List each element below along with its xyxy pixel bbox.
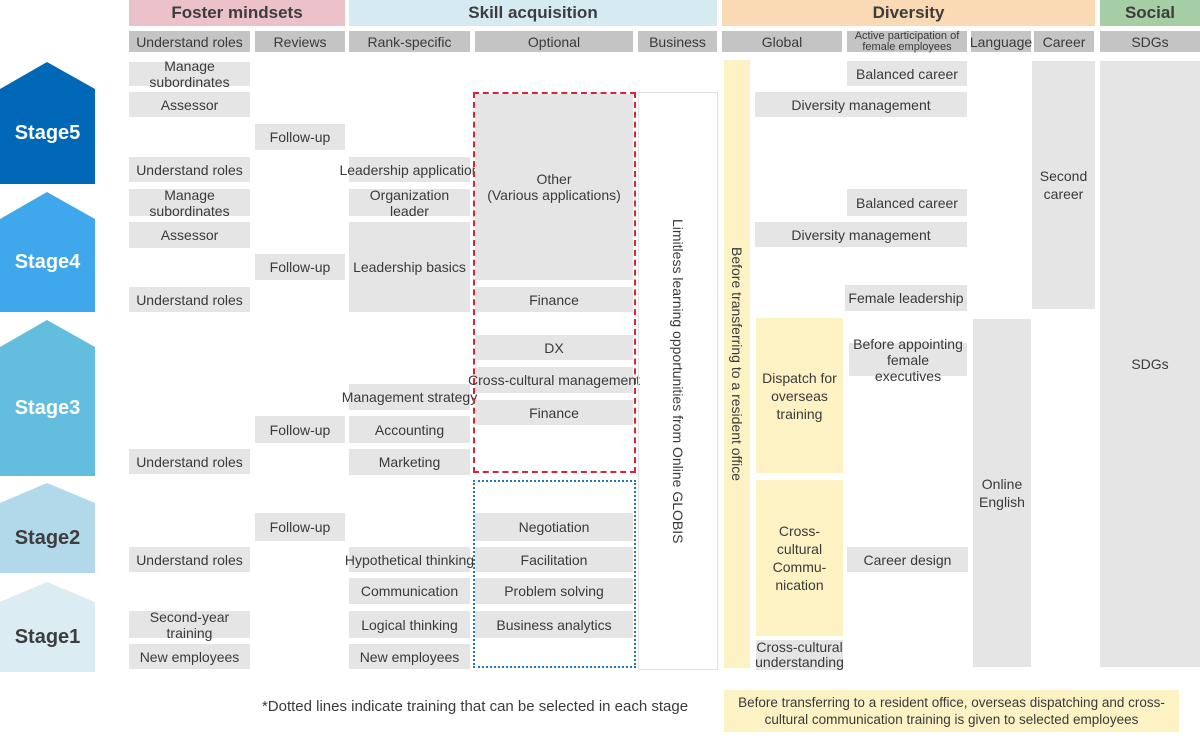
subheader-global: Global	[722, 31, 842, 52]
training-female-leadership: Female leadership	[845, 285, 967, 311]
global-cross-cultural-understanding: Cross-cultural understanding	[755, 639, 844, 670]
training-accounting: Accounting	[349, 416, 470, 443]
training-diversity-management: Diversity management	[755, 92, 967, 117]
stage-2-arrow: Stage2	[0, 483, 95, 573]
stage-4-label: Stage4	[14, 250, 81, 273]
subheader-business: Business	[638, 31, 717, 52]
review-follow-up: Follow-up	[255, 124, 345, 150]
review-follow-up: Follow-up	[255, 416, 345, 443]
training-facilitation: Facilitation	[475, 547, 633, 572]
training-problem-solving: Problem solving	[475, 578, 633, 604]
review-follow-up: Follow-up	[255, 254, 345, 280]
training-new-employees: New employees	[349, 644, 470, 669]
training-dx: DX	[475, 335, 633, 360]
training-finance: Finance	[475, 287, 633, 312]
global-dispatch-overseas-training: Dispatch for overseas training	[756, 318, 843, 473]
training-manage-subordinates: Manage subordinates	[129, 187, 250, 219]
category-diversity: Diversity	[722, 0, 1095, 26]
training-career-design: Career design	[847, 547, 968, 572]
training-organization-leader: Organization leader	[349, 187, 470, 219]
training-marketing: Marketing	[349, 449, 470, 475]
training-understand-roles: Understand roles	[129, 547, 250, 572]
training-communication: Communication	[349, 578, 470, 604]
training-balanced-career: Balanced career	[847, 189, 967, 216]
training-manage-subordinates: Manage subordinates	[129, 58, 250, 90]
category-social: Social	[1100, 0, 1200, 26]
subheader-rank-specific: Rank-specific	[349, 31, 470, 52]
subheader-female-participation: Active participation of female employees	[847, 30, 967, 52]
training-sdgs: SDGs	[1100, 61, 1200, 667]
stage-5-label: Stage5	[14, 121, 81, 144]
training-leadership-basics: Leadership basics	[349, 222, 470, 312]
note-dotted-lines: *Dotted lines indicate training that can…	[261, 697, 689, 715]
training-cross-cultural-management: Cross-cultural management	[468, 367, 640, 393]
training-hypothetical-thinking: Hypothetical thinking	[345, 547, 474, 572]
training-assessor: Assessor	[129, 92, 250, 117]
training-finance: Finance	[475, 400, 633, 425]
training-management-strategy: Management strategy	[342, 384, 477, 410]
training-business-analytics: Business analytics	[475, 611, 633, 638]
stage-3-label: Stage3	[14, 396, 81, 419]
subheader-career: Career	[1034, 31, 1094, 52]
training-second-career: Second career	[1032, 61, 1095, 309]
note-overseas-training: Before transferring to a resident office…	[724, 690, 1179, 732]
review-follow-up: Follow-up	[255, 513, 345, 541]
global-cross-cultural-communication: Cross-cultural Commu-nication	[756, 480, 843, 636]
stage-4-arrow: Stage4	[0, 192, 95, 312]
training-understand-roles: Understand roles	[129, 449, 250, 474]
subheader-language: Language	[970, 31, 1032, 52]
training-diversity-management: Diversity management	[755, 222, 967, 247]
category-foster-mindsets: Foster mindsets	[129, 0, 345, 26]
training-balanced-career: Balanced career	[847, 61, 967, 86]
stage-5-arrow: Stage5	[0, 62, 95, 184]
training-understand-roles: Understand roles	[129, 287, 250, 312]
training-logical-thinking: Logical thinking	[349, 611, 470, 638]
training-negotiation: Negotiation	[475, 513, 633, 541]
training-understand-roles: Understand roles	[129, 157, 250, 182]
training-leadership-application: Leadership application	[339, 157, 480, 182]
training-before-appointing-female-executives: Before appointing female executives	[849, 336, 967, 384]
category-skill-acquisition: Skill acquisition	[349, 0, 717, 26]
subheader-understand-roles: Understand roles	[129, 31, 250, 52]
training-assessor: Assessor	[129, 222, 250, 248]
training-online-english: Online English	[973, 319, 1031, 667]
stage-1-arrow: Stage1	[0, 582, 95, 672]
subheader-optional: Optional	[475, 31, 633, 52]
training-new-employees: New employees	[129, 644, 250, 669]
global-before-transfer-band: Before transferring to a resident office	[724, 60, 750, 668]
business-online-globis: Limitless learning opportunities from On…	[638, 92, 718, 670]
stage-1-label: Stage1	[14, 625, 81, 648]
subheader-sdgs: SDGs	[1100, 31, 1200, 52]
training-second-year: Second-year training	[129, 609, 250, 641]
training-other-various-applications: Other (Various applications)	[475, 94, 633, 280]
optional-stage-1-2-selectable-frame	[473, 480, 636, 668]
subheader-reviews: Reviews	[255, 31, 345, 52]
stage-3-arrow: Stage3	[0, 320, 95, 476]
stage-2-label: Stage2	[14, 526, 81, 549]
